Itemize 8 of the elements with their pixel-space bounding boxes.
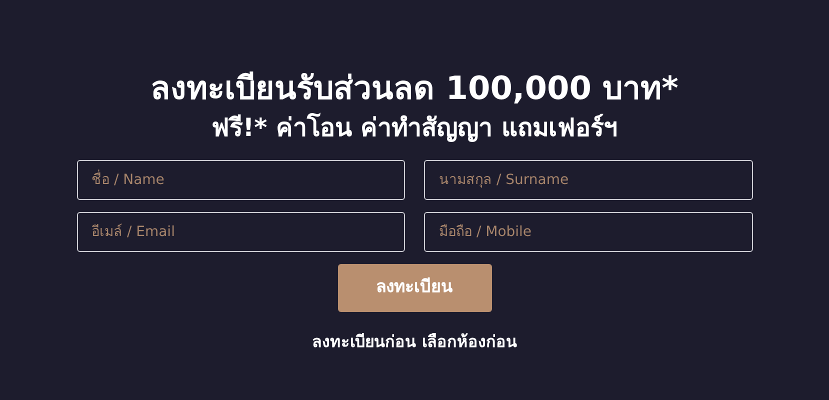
footer-note: ลงทะเบียนก่อน เลือกห้องก่อน bbox=[312, 331, 517, 353]
input-field[interactable]: อีเมล์ / Email bbox=[76, 212, 405, 252]
register-button[interactable]: ลงทะเบียน bbox=[338, 264, 492, 312]
heading-subtitle: ฟรี!* ค่าโอน ค่าทำสัญญา แถมเฟอร์ฯ bbox=[212, 112, 618, 144]
heading-title: ลงทะเบียนรับส่วนลด 100,000 บาท* bbox=[150, 68, 678, 109]
input-field[interactable]: นามสกุล / Surname bbox=[424, 160, 752, 200]
input-field[interactable]: ชื่อ / Name bbox=[76, 160, 405, 200]
input-field[interactable]: มือถือ / Mobile bbox=[424, 212, 752, 252]
